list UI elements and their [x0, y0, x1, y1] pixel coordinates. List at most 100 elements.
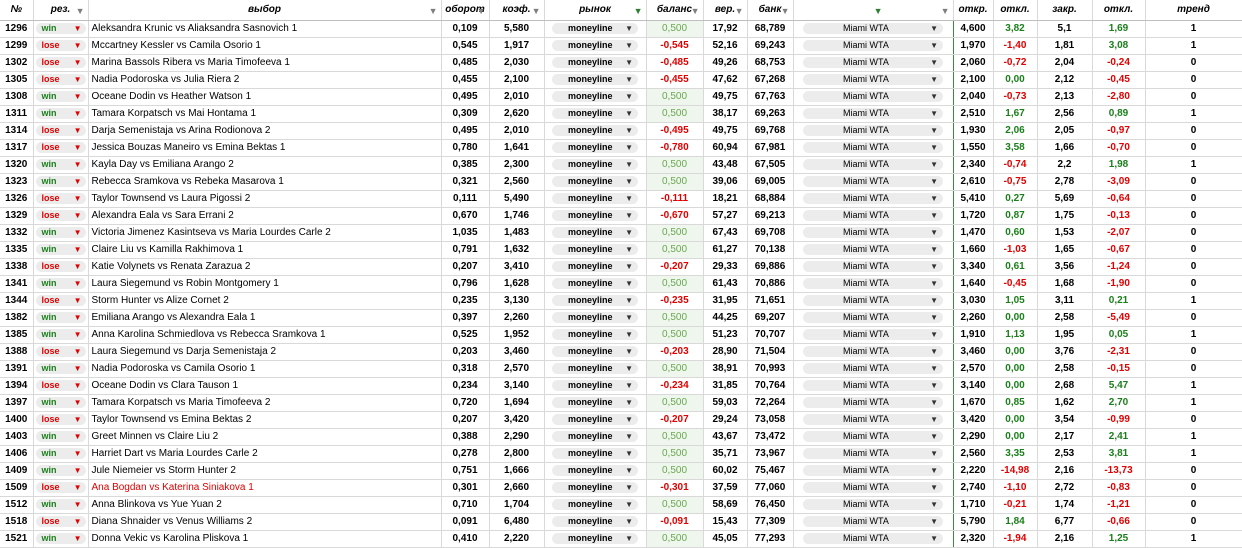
tournament-dropdown[interactable]: Miami WTA ▼: [803, 430, 943, 442]
cell-market[interactable]: moneyline ▼: [544, 190, 647, 208]
cell-tournament[interactable]: Miami WTA ▼: [793, 513, 954, 531]
result-dropdown[interactable]: win ▼: [35, 90, 86, 102]
tournament-dropdown[interactable]: Miami WTA ▼: [803, 175, 943, 187]
tournament-dropdown[interactable]: Miami WTA ▼: [803, 260, 943, 272]
cell-result[interactable]: lose ▼: [33, 377, 89, 395]
cell-result[interactable]: win ▼: [33, 173, 89, 191]
cell-tournament[interactable]: Miami WTA ▼: [793, 411, 954, 429]
cell-result[interactable]: lose ▼: [33, 411, 89, 429]
market-dropdown[interactable]: moneyline ▼: [552, 158, 638, 170]
cell-market[interactable]: moneyline ▼: [544, 71, 647, 89]
market-dropdown[interactable]: moneyline ▼: [552, 430, 638, 442]
result-dropdown[interactable]: lose ▼: [35, 413, 86, 425]
cell-tournament[interactable]: Miami WTA ▼: [793, 20, 954, 38]
cell-market[interactable]: moneyline ▼: [544, 156, 647, 174]
cell-market[interactable]: moneyline ▼: [544, 530, 647, 548]
col-header-ver[interactable]: вер. ▼: [703, 0, 748, 21]
cell-tournament[interactable]: Miami WTA ▼: [793, 71, 954, 89]
cell-market[interactable]: moneyline ▼: [544, 122, 647, 140]
tournament-dropdown[interactable]: Miami WTA ▼: [803, 464, 943, 476]
result-dropdown[interactable]: lose ▼: [35, 379, 86, 391]
market-dropdown[interactable]: moneyline ▼: [552, 447, 638, 459]
cell-market[interactable]: moneyline ▼: [544, 54, 647, 72]
cell-market[interactable]: moneyline ▼: [544, 343, 647, 361]
cell-tournament[interactable]: Miami WTA ▼: [793, 309, 954, 327]
col-header-oborot[interactable]: оборот ▼: [441, 0, 490, 21]
market-dropdown[interactable]: moneyline ▼: [552, 90, 638, 102]
cell-tournament[interactable]: Miami WTA ▼: [793, 122, 954, 140]
result-dropdown[interactable]: win ▼: [35, 226, 86, 238]
cell-tournament[interactable]: Miami WTA ▼: [793, 190, 954, 208]
cell-result[interactable]: lose ▼: [33, 54, 89, 72]
cell-market[interactable]: moneyline ▼: [544, 496, 647, 514]
cell-tournament[interactable]: Miami WTA ▼: [793, 530, 954, 548]
filter-active-icon[interactable]: ▼: [634, 1, 643, 20]
cell-tournament[interactable]: Miami WTA ▼: [793, 496, 954, 514]
cell-market[interactable]: moneyline ▼: [544, 258, 647, 276]
market-dropdown[interactable]: moneyline ▼: [552, 39, 638, 51]
market-dropdown[interactable]: moneyline ▼: [552, 464, 638, 476]
result-dropdown[interactable]: lose ▼: [35, 260, 86, 272]
market-dropdown[interactable]: moneyline ▼: [552, 107, 638, 119]
filter-icon[interactable]: ▼: [532, 1, 541, 20]
market-dropdown[interactable]: moneyline ▼: [552, 379, 638, 391]
tournament-dropdown[interactable]: Miami WTA ▼: [803, 22, 943, 34]
result-dropdown[interactable]: lose ▼: [35, 294, 86, 306]
cell-result[interactable]: lose ▼: [33, 292, 89, 310]
market-dropdown[interactable]: moneyline ▼: [552, 311, 638, 323]
cell-tournament[interactable]: Miami WTA ▼: [793, 462, 954, 480]
result-dropdown[interactable]: lose ▼: [35, 56, 86, 68]
tournament-dropdown[interactable]: Miami WTA ▼: [803, 243, 943, 255]
tournament-dropdown[interactable]: Miami WTA ▼: [803, 396, 943, 408]
tournament-dropdown[interactable]: Miami WTA ▼: [803, 192, 943, 204]
cell-result[interactable]: lose ▼: [33, 513, 89, 531]
cell-result[interactable]: lose ▼: [33, 122, 89, 140]
result-dropdown[interactable]: win ▼: [35, 158, 86, 170]
cell-result[interactable]: lose ▼: [33, 258, 89, 276]
cell-result[interactable]: lose ▼: [33, 479, 89, 497]
cell-market[interactable]: moneyline ▼: [544, 105, 647, 123]
cell-market[interactable]: moneyline ▼: [544, 173, 647, 191]
cell-market[interactable]: moneyline ▼: [544, 479, 647, 497]
result-dropdown[interactable]: lose ▼: [35, 515, 86, 527]
cell-market[interactable]: moneyline ▼: [544, 326, 647, 344]
result-dropdown[interactable]: lose ▼: [35, 345, 86, 357]
cell-result[interactable]: lose ▼: [33, 343, 89, 361]
cell-market[interactable]: moneyline ▼: [544, 394, 647, 412]
col-header-balans[interactable]: баланс ▼: [646, 0, 704, 21]
tournament-dropdown[interactable]: Miami WTA ▼: [803, 532, 943, 544]
market-dropdown[interactable]: moneyline ▼: [552, 277, 638, 289]
tournament-dropdown[interactable]: Miami WTA ▼: [803, 379, 943, 391]
tournament-dropdown[interactable]: Miami WTA ▼: [803, 277, 943, 289]
cell-result[interactable]: win ▼: [33, 428, 89, 446]
cell-market[interactable]: moneyline ▼: [544, 37, 647, 55]
tournament-dropdown[interactable]: Miami WTA ▼: [803, 447, 943, 459]
market-dropdown[interactable]: moneyline ▼: [552, 226, 638, 238]
cell-market[interactable]: moneyline ▼: [544, 411, 647, 429]
cell-result[interactable]: win ▼: [33, 275, 89, 293]
filter-icon[interactable]: ▼: [941, 1, 950, 20]
result-dropdown[interactable]: win ▼: [35, 498, 86, 510]
cell-market[interactable]: moneyline ▼: [544, 462, 647, 480]
cell-tournament[interactable]: Miami WTA ▼: [793, 37, 954, 55]
filter-icon[interactable]: ▼: [735, 1, 744, 20]
market-dropdown[interactable]: moneyline ▼: [552, 192, 638, 204]
result-dropdown[interactable]: win ▼: [35, 311, 86, 323]
cell-tournament[interactable]: Miami WTA ▼: [793, 88, 954, 106]
cell-tournament[interactable]: Miami WTA ▼: [793, 207, 954, 225]
col-header-bank[interactable]: банк ▼: [747, 0, 794, 21]
cell-tournament[interactable]: Miami WTA ▼: [793, 173, 954, 191]
tournament-dropdown[interactable]: Miami WTA ▼: [803, 141, 943, 153]
tournament-dropdown[interactable]: Miami WTA ▼: [803, 328, 943, 340]
tournament-dropdown[interactable]: Miami WTA ▼: [803, 481, 943, 493]
result-dropdown[interactable]: win ▼: [35, 447, 86, 459]
col-header-tour[interactable]: ▼ ▼: [793, 0, 954, 21]
cell-tournament[interactable]: Miami WTA ▼: [793, 241, 954, 259]
tournament-dropdown[interactable]: Miami WTA ▼: [803, 345, 943, 357]
market-dropdown[interactable]: moneyline ▼: [552, 22, 638, 34]
market-dropdown[interactable]: moneyline ▼: [552, 481, 638, 493]
cell-result[interactable]: win ▼: [33, 496, 89, 514]
cell-tournament[interactable]: Miami WTA ▼: [793, 275, 954, 293]
market-dropdown[interactable]: moneyline ▼: [552, 124, 638, 136]
tournament-dropdown[interactable]: Miami WTA ▼: [803, 56, 943, 68]
